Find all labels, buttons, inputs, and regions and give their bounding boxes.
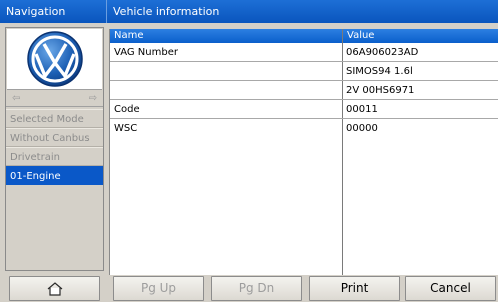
arrow-left-icon[interactable]: ⇦ [12, 93, 20, 104]
column-header-name: Name [114, 30, 144, 41]
cancel-button[interactable]: Cancel [405, 276, 496, 301]
page-up-button[interactable]: Pg Up [113, 276, 204, 301]
brand-logo [7, 29, 102, 90]
print-button[interactable]: Print [309, 276, 400, 301]
nav-item-without-canbus[interactable]: Without Canbus [6, 128, 103, 147]
navigation-title: Navigation [0, 0, 106, 23]
column-header-value: Value [347, 30, 375, 41]
cell-value: 00000 [346, 123, 378, 134]
cell-value: 2V 00HS6971 [346, 85, 415, 96]
cell-name: WSC [114, 123, 138, 134]
table-row[interactable]: WSC 00000 [110, 119, 498, 138]
home-icon [47, 282, 63, 296]
nav-arrows: ⇦ ⇨ [6, 93, 103, 107]
home-button[interactable] [9, 276, 100, 301]
cell-value: 06A906023AD [346, 47, 419, 58]
nav-item-01-engine[interactable]: 01-Engine [6, 166, 103, 185]
cell-name: Code [114, 104, 140, 115]
vw-logo-icon [26, 31, 83, 87]
nav-list: Selected Mode Without Canbus Drivetrain … [6, 109, 103, 185]
table-header: Name Value [110, 29, 498, 43]
table-row[interactable]: SIMOS94 1.6l [110, 62, 498, 81]
page-down-button[interactable]: Pg Dn [211, 276, 302, 301]
table-row[interactable]: 2V 00HS6971 [110, 81, 498, 100]
table-row[interactable]: VAG Number 06A906023AD [110, 43, 498, 62]
arrow-right-icon[interactable]: ⇨ [89, 93, 97, 104]
cell-value: 00011 [346, 104, 378, 115]
cell-value: SIMOS94 1.6l [346, 66, 413, 77]
cell-name: VAG Number [114, 47, 178, 58]
table-row[interactable]: Code 00011 [110, 100, 498, 119]
nav-item-selected-mode[interactable]: Selected Mode [6, 109, 103, 128]
vehicle-info-table: Name Value VAG Number 06A906023AD SIMOS9… [109, 29, 498, 275]
vehicle-information-title: Vehicle information [106, 0, 498, 23]
navigation-panel: ⇦ ⇨ Selected Mode Without Canbus Drivetr… [5, 27, 104, 271]
nav-item-drivetrain[interactable]: Drivetrain [6, 147, 103, 166]
